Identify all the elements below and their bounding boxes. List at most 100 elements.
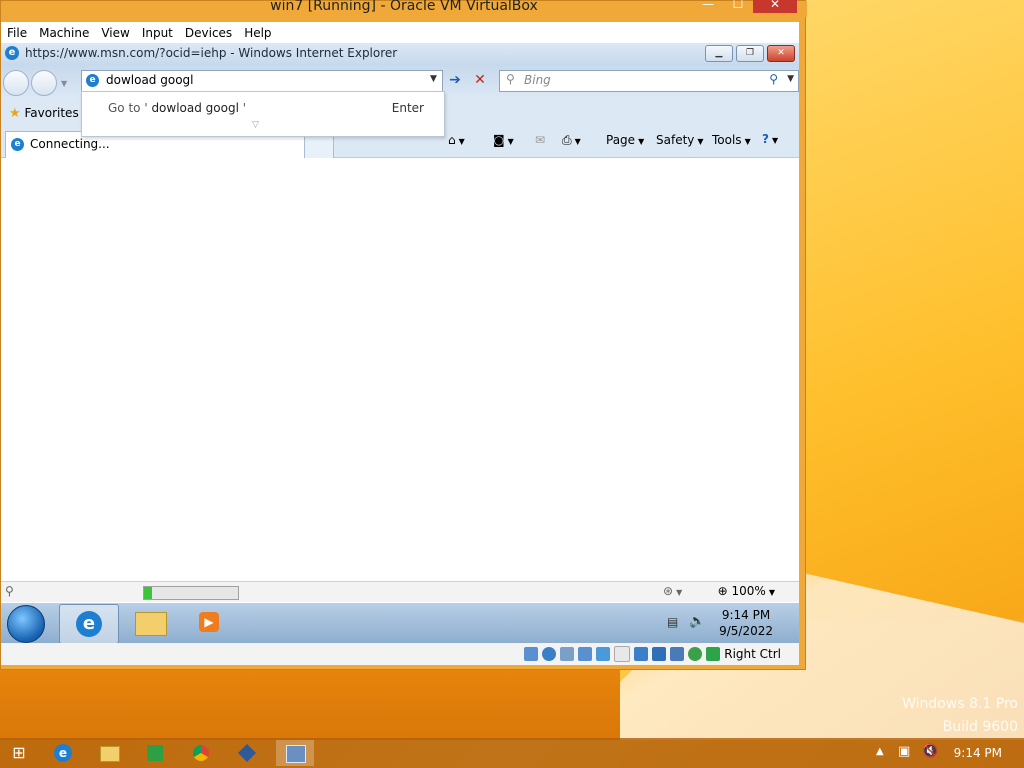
safety-menu[interactable]: Safety ▼ [656,133,704,147]
desktop-background-dark [0,660,620,740]
taskbar-media-player-icon[interactable]: ▶ [181,604,239,642]
virtualization-icon[interactable] [670,647,685,661]
history-dropdown-icon[interactable]: ▼ [61,79,67,88]
guest-taskbar: e ▶ ▤ 🔈 9:14 PM 9/5/2022 [1,603,799,643]
virtualbox-statusbar: Right Ctrl [1,643,799,665]
ie-titlebar[interactable]: e https://www.msn.com/?ocid=iehp - Windo… [1,43,799,65]
network-icon[interactable]: ▤ [667,615,678,629]
menu-machine[interactable]: Machine [33,26,95,40]
tab-label: Connecting... [30,137,110,151]
virtualbox-vm-icon[interactable] [276,740,314,766]
display-icon[interactable] [634,647,649,661]
virtualbox-titlebar[interactable]: win7 [Running] - Oracle VM VirtualBox — … [1,0,807,17]
guest-date: 9/5/2022 [719,624,773,638]
help-icon[interactable]: ? ▼ [762,132,778,146]
ie-glyph: e [54,744,72,762]
search-options-icon[interactable]: ▼ [787,74,794,84]
network-adapter-icon[interactable] [578,647,593,661]
favorites-star-icon: ★ [9,106,21,121]
suggestion-goto[interactable]: Go to ' dowload googl ' [108,101,246,115]
maximize-icon[interactable]: ☐ [723,0,753,13]
folder-icon [135,612,167,636]
guest-screen[interactable]: e https://www.msn.com/?ocid=iehp - Windo… [1,43,799,643]
file-explorer-icon[interactable] [96,740,122,766]
network-icon[interactable]: ▣ [898,744,910,759]
virtualbox-icon[interactable] [234,740,260,766]
page-icon: e [86,74,99,87]
hard-disk-icon[interactable] [524,647,539,661]
search-box[interactable]: ⚲ Bing ⚲ ▼ [499,70,799,92]
ie-close-icon[interactable]: ✕ [767,45,795,62]
menu-file[interactable]: File [1,26,33,40]
tools-menu[interactable]: Tools ▼ [712,133,751,147]
suggestion-value: dowload googl [147,101,243,115]
internet-explorer-icon: e [5,46,19,60]
virtualbox-glyph [237,743,257,763]
zoom-level: 100% [731,584,766,598]
desktop-background-light [806,0,1024,620]
virtualbox-menubar: File Machine View Input Devices Help [1,22,799,43]
ie-status-bar: ⚲ ⊛ ▼ ⊕ 100% ▼ [1,581,799,602]
feeds-icon[interactable]: ◙ ▼ [493,133,514,147]
menu-input[interactable]: Input [136,26,179,40]
optical-drive-icon[interactable] [542,647,557,661]
internet-explorer-icon: e [76,611,102,637]
chrome-icon[interactable] [188,740,214,766]
shared-folders-icon[interactable] [614,646,631,662]
ie-restore-icon[interactable]: ❐ [736,45,764,62]
os-watermark-build: Build 9600 [942,719,1018,735]
safety-menu-label: Safety [656,133,695,147]
ie-minimize-icon[interactable]: ▁ [705,45,733,62]
search-input[interactable]: Bing [524,73,551,87]
address-suggestion-dropdown: Go to ' dowload googl ' Enter ▽ [81,91,445,137]
address-dropdown-icon[interactable]: ▼ [430,74,437,84]
menu-view[interactable]: View [95,26,135,40]
start-button-icon[interactable] [7,605,45,643]
menu-devices[interactable]: Devices [179,26,238,40]
usb-icon[interactable] [596,647,611,661]
os-watermark-edition: Windows 8.1 Pro [902,696,1018,712]
protected-mode-icon[interactable]: ⊛ ▼ [663,584,682,598]
windows-logo-icon[interactable]: ⊞ [6,740,32,766]
audio-icon[interactable] [560,647,575,661]
volume-muted-icon[interactable]: 🔇 [922,744,938,759]
home-icon[interactable]: ⌂ ▼ [448,133,465,147]
address-bar[interactable]: e dowload googl ▼ [81,70,443,92]
go-arrow-icon[interactable]: ➔ [446,71,464,89]
favorites-button[interactable]: ★ Favorites [9,106,79,121]
recording-icon[interactable] [652,647,667,661]
expand-suggestions-icon[interactable]: ▽ [252,120,259,130]
page-progress-bar [143,586,239,600]
guest-additions-icon[interactable] [688,647,703,661]
stop-icon[interactable]: ✕ [471,71,489,89]
mail-icon[interactable]: ✉ [535,133,545,147]
back-button[interactable] [3,70,29,96]
guest-clock[interactable]: 9:14 PM 9/5/2022 [719,607,773,639]
host-taskbar: ⊞ e ▲ ▣ 🔇 9:14 PM [0,738,1024,768]
page-menu[interactable]: Page ▼ [606,133,644,147]
store-icon[interactable] [142,740,168,766]
internet-explorer-icon[interactable]: e [50,740,76,766]
suggestion-enter-hint: Enter [391,101,424,115]
address-input[interactable]: dowload googl [106,73,194,87]
print-icon[interactable]: ⎙ ▼ [562,133,581,148]
host-key-arrow-icon[interactable] [706,647,721,661]
forward-button[interactable] [31,70,57,96]
taskbar-explorer-icon[interactable] [121,604,179,642]
minimize-icon[interactable]: — [693,0,723,13]
page-menu-label: Page [606,133,636,147]
search-button-icon[interactable]: ⚲ [769,72,778,86]
status-search-icon: ⚲ [5,584,14,598]
ie-window-title: https://www.msn.com/?ocid=iehp - Windows… [25,46,398,60]
close-icon[interactable]: ✕ [753,0,797,13]
menu-help[interactable]: Help [238,26,277,40]
host-key-label: Right Ctrl [724,647,781,661]
new-tab-button[interactable] [304,135,334,158]
show-hidden-icons[interactable]: ▲ [876,746,884,757]
host-clock[interactable]: 9:14 PM [954,746,1002,760]
volume-icon[interactable]: 🔈 [689,614,705,629]
zoom-control[interactable]: ⊕ 100% ▼ [718,584,775,598]
media-player-icon: ▶ [199,612,219,632]
taskbar-ie-icon[interactable]: e [59,604,119,643]
search-icon: ⚲ [506,72,515,86]
